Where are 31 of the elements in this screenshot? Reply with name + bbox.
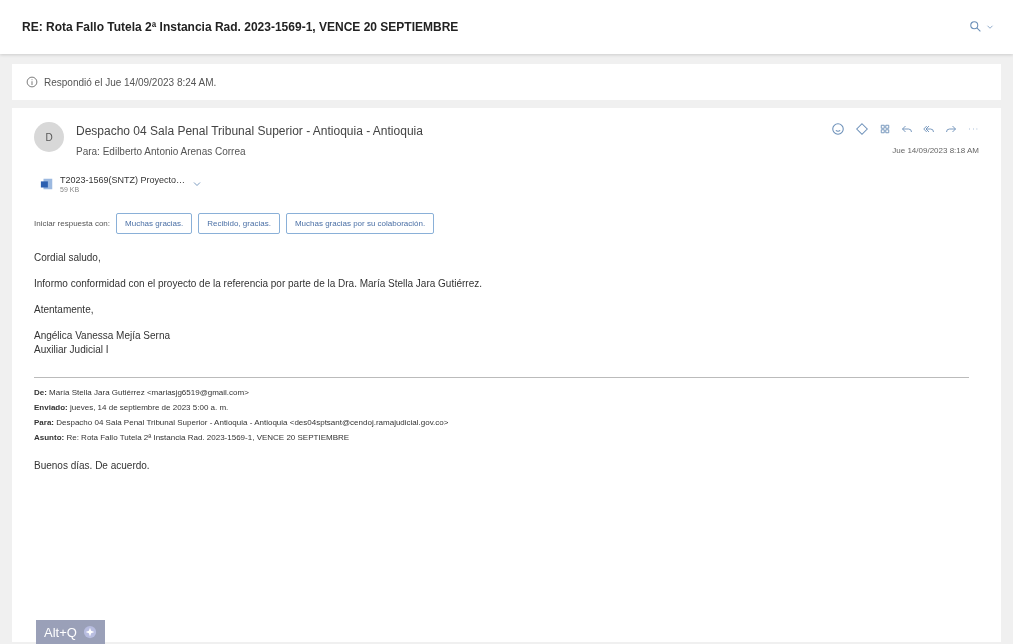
sender-name: Despacho 04 Sala Penal Tribunal Superior - Antioquia - Antioquia: [76, 124, 424, 138]
quoted-header-line: De: María Stella Jara Gutiérrez <mariasjg6519@gmail.com>: [34, 388, 250, 397]
signature-line: Auxiliar Judicial I: [34, 344, 110, 355]
shortcut-hint: Alt+Q: [44, 624, 77, 640]
sparkle-icon: [82, 625, 97, 639]
reply-notice-text: Respondió el Jue 14/09/2023 8:24 AM.: [44, 76, 217, 88]
sent-date: Jue 14/09/2023 8:18 AM: [892, 146, 979, 155]
word-document-icon: [40, 177, 54, 191]
signature-line: Angélica Vanessa Mejía Serna: [34, 330, 171, 341]
zoom-icon[interactable]: [969, 20, 983, 34]
email-subject: RE: Rota Fallo Tutela 2ª Instancia Rad. 2023-1569-1, VENCE 20 SEPTIEMBRE: [22, 20, 459, 34]
quick-reply-button[interactable]: Muchas gracias por su colaboración.: [285, 213, 435, 234]
reply-all-icon[interactable]: [923, 123, 935, 135]
diamond-icon[interactable]: [855, 122, 869, 136]
quick-reply-button[interactable]: Recibido, gracias.: [198, 213, 280, 234]
info-icon: [26, 76, 38, 88]
body-paragraph: Informo conformidad con el proyecto de la referencia por parte de la Dra. María Stella Jara Gutiérrez.: [34, 278, 483, 289]
body-paragraph: Atentamente,: [34, 304, 95, 315]
quoted-header-line: Asunto: Re: Rota Fallo Tutela 2ª Instancia Rad. 2023-1569-1, VENCE 20 SEPTIEMBRE: [34, 433, 351, 442]
grid-icon[interactable]: [879, 123, 891, 135]
sender-avatar: D: [34, 122, 64, 152]
recipient-line: Para: Edilberto Antonio Arenas Correa: [76, 146, 247, 157]
quoted-header-line: Enviado: jueves, 14 de septiembre de 2023 5:00 a. m.: [34, 403, 230, 412]
quoted-header-line: Para: Despacho 04 Sala Penal Tribunal Superior - Antioquia - Antioquia <des04sptsant@cendoj.ramajudicial.gov.co>: [34, 418, 450, 427]
smiley-icon[interactable]: [831, 122, 845, 136]
quick-reply-button[interactable]: Muchas gracias.: [116, 213, 193, 234]
reply-icon[interactable]: [901, 123, 913, 135]
body-paragraph: Cordial saludo,: [34, 252, 102, 263]
forward-icon[interactable]: [945, 123, 957, 135]
quick-reply-label: Iniciar respuesta con:: [34, 219, 111, 228]
quoted-paragraph: Buenos días. De acuerdo.: [34, 460, 150, 471]
